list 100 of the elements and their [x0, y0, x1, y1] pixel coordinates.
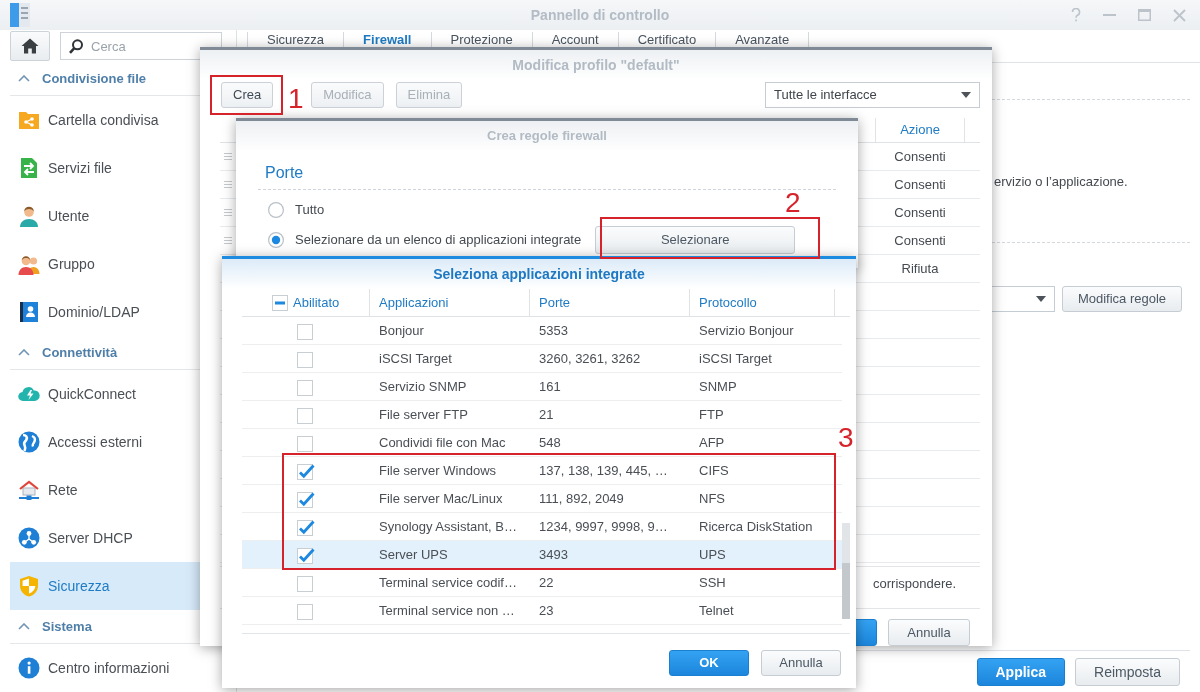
sidebar-item[interactable]: Gruppo	[10, 240, 226, 288]
table-cell: iSCSI Target	[699, 350, 772, 366]
checkbox[interactable]	[297, 349, 315, 368]
table-cell: Condividi file con Mac	[379, 434, 506, 450]
drag-handle-icon[interactable]	[224, 181, 232, 188]
maximize-icon[interactable]	[1138, 9, 1151, 21]
checkbox[interactable]	[297, 377, 315, 396]
sidebar-item[interactable]: QuickConnect	[10, 370, 226, 418]
radio-button[interactable]	[268, 232, 284, 248]
toolbar-button[interactable]: Crea	[221, 82, 274, 108]
user-icon	[18, 205, 40, 227]
description-text: ervizio o l’applicazione.	[994, 174, 1128, 190]
sidebar-item[interactable]: Server DHCP	[10, 514, 226, 562]
rules-button[interactable]: Modifica regole	[1062, 286, 1182, 312]
checkbox[interactable]	[297, 461, 315, 480]
checkbox[interactable]	[297, 433, 315, 452]
table-cell: AFP	[699, 434, 725, 450]
interface-select[interactable]: Tutte le interfacce	[765, 82, 980, 108]
info-icon	[18, 657, 40, 679]
dialog-title: Modifica profilo "default"	[512, 55, 680, 75]
table-cell: iSCSI Target	[379, 350, 452, 366]
radio-button[interactable]	[268, 202, 284, 218]
sidebar-item[interactable]: Rete	[10, 466, 226, 514]
shield-icon	[18, 575, 40, 597]
help-icon[interactable]	[1071, 8, 1081, 22]
home-button[interactable]	[10, 31, 50, 61]
table-cell: 548	[539, 434, 561, 450]
caret-down-icon	[1036, 296, 1046, 302]
section-title: Sistema	[42, 617, 92, 636]
footer-button[interactable]: Reimposta	[1075, 658, 1180, 686]
checkbox[interactable]	[297, 573, 315, 592]
table-cell-text: Consenti	[893, 147, 947, 166]
section-title: Condivisione file	[42, 69, 146, 88]
column-header[interactable]: Protocollo	[699, 292, 757, 313]
column-header[interactable]: Abilitato	[293, 292, 340, 313]
table-cell: 1234, 9997, 9998, 9…	[539, 518, 668, 534]
table-cell: Telnet	[699, 602, 734, 618]
column-header[interactable]: Azione	[875, 118, 965, 142]
users-icon	[18, 253, 40, 275]
column-header[interactable]: Applicazioni	[379, 292, 449, 313]
chevron-up-icon[interactable]	[18, 623, 30, 630]
checkbox[interactable]	[297, 321, 315, 340]
folder-share-icon	[18, 109, 40, 131]
checkbox[interactable]	[297, 489, 315, 508]
sidebar-item[interactable]: Accessi esterni	[10, 418, 226, 466]
table-cell-text: Consenti	[893, 231, 947, 250]
dialog-title: Crea regole firewall	[487, 127, 607, 146]
chevron-up-icon[interactable]	[18, 349, 30, 356]
section-title: Porte	[265, 164, 304, 181]
app-logo-icon	[10, 3, 30, 27]
table-cell: File server FTP	[379, 406, 468, 422]
house-network-icon	[18, 479, 40, 501]
dialog-title: Seleziona applicazioni integrate	[433, 264, 645, 284]
table-cell: 23	[539, 602, 554, 618]
checkbox[interactable]	[297, 601, 315, 620]
dialog-button[interactable]: Annulla	[888, 619, 970, 646]
table-cell: 137, 138, 139, 445, …	[539, 462, 668, 478]
note-text: corrispondere.	[873, 576, 957, 592]
scrollbar[interactable]	[842, 523, 850, 619]
table-cell: Synology Assistant, B…	[379, 518, 517, 534]
table-cell: Servizio Bonjour	[699, 322, 794, 338]
radio-label: Selezionare da un elenco di applicazioni integrate	[295, 231, 582, 250]
search-field[interactable]: Cerca	[60, 32, 222, 60]
table-cell-text: Rifiuta	[900, 259, 940, 278]
minimize-icon[interactable]	[1103, 14, 1116, 16]
table-cell: Bonjour	[379, 322, 424, 338]
select-button[interactable]: Selezionare	[595, 226, 796, 254]
table-cell: 111, 892, 2049	[539, 490, 624, 506]
table-cell: SNMP	[699, 378, 737, 394]
drag-handle-icon[interactable]	[224, 237, 232, 244]
globe-icon	[18, 431, 40, 453]
window-title: Pannello di controllo	[530, 5, 670, 25]
sidebar-item[interactable]: Utente	[10, 192, 226, 240]
table-cell-text: Consenti	[893, 175, 947, 194]
table-cell: 3493	[539, 546, 568, 562]
table-cell: Terminal service non …	[379, 602, 515, 618]
chevron-up-icon[interactable]	[18, 75, 30, 82]
table-cell: 21	[539, 406, 554, 422]
sidebar-item[interactable]: Dominio/LDAP	[10, 288, 226, 336]
select-all-checkbox[interactable]	[272, 294, 288, 311]
table-cell: NFS	[699, 490, 725, 506]
dialog-button[interactable]: Annulla	[761, 650, 841, 676]
table-cell: 161	[539, 378, 561, 394]
annotation-number: 1	[288, 85, 304, 113]
table-cell: Server UPS	[379, 546, 448, 562]
caret-down-icon	[961, 92, 971, 98]
document-arrows-icon	[18, 157, 40, 179]
table-row[interactable]: Server UPS 3493 UPS	[242, 541, 842, 569]
table-cell: FTP	[699, 406, 724, 422]
sidebar-item[interactable]: Servizi file	[10, 144, 226, 192]
close-icon[interactable]	[1173, 8, 1186, 22]
checkbox[interactable]	[297, 517, 315, 536]
checkbox[interactable]	[297, 405, 315, 424]
table-cell: SSH	[699, 574, 726, 590]
drag-handle-icon[interactable]	[224, 153, 232, 160]
checkbox[interactable]	[297, 545, 315, 564]
drag-handle-icon[interactable]	[224, 209, 232, 216]
sidebar-item[interactable]: Centro informazioni	[10, 644, 226, 692]
contact-book-icon	[18, 301, 40, 323]
column-header[interactable]: Porte	[539, 292, 571, 313]
